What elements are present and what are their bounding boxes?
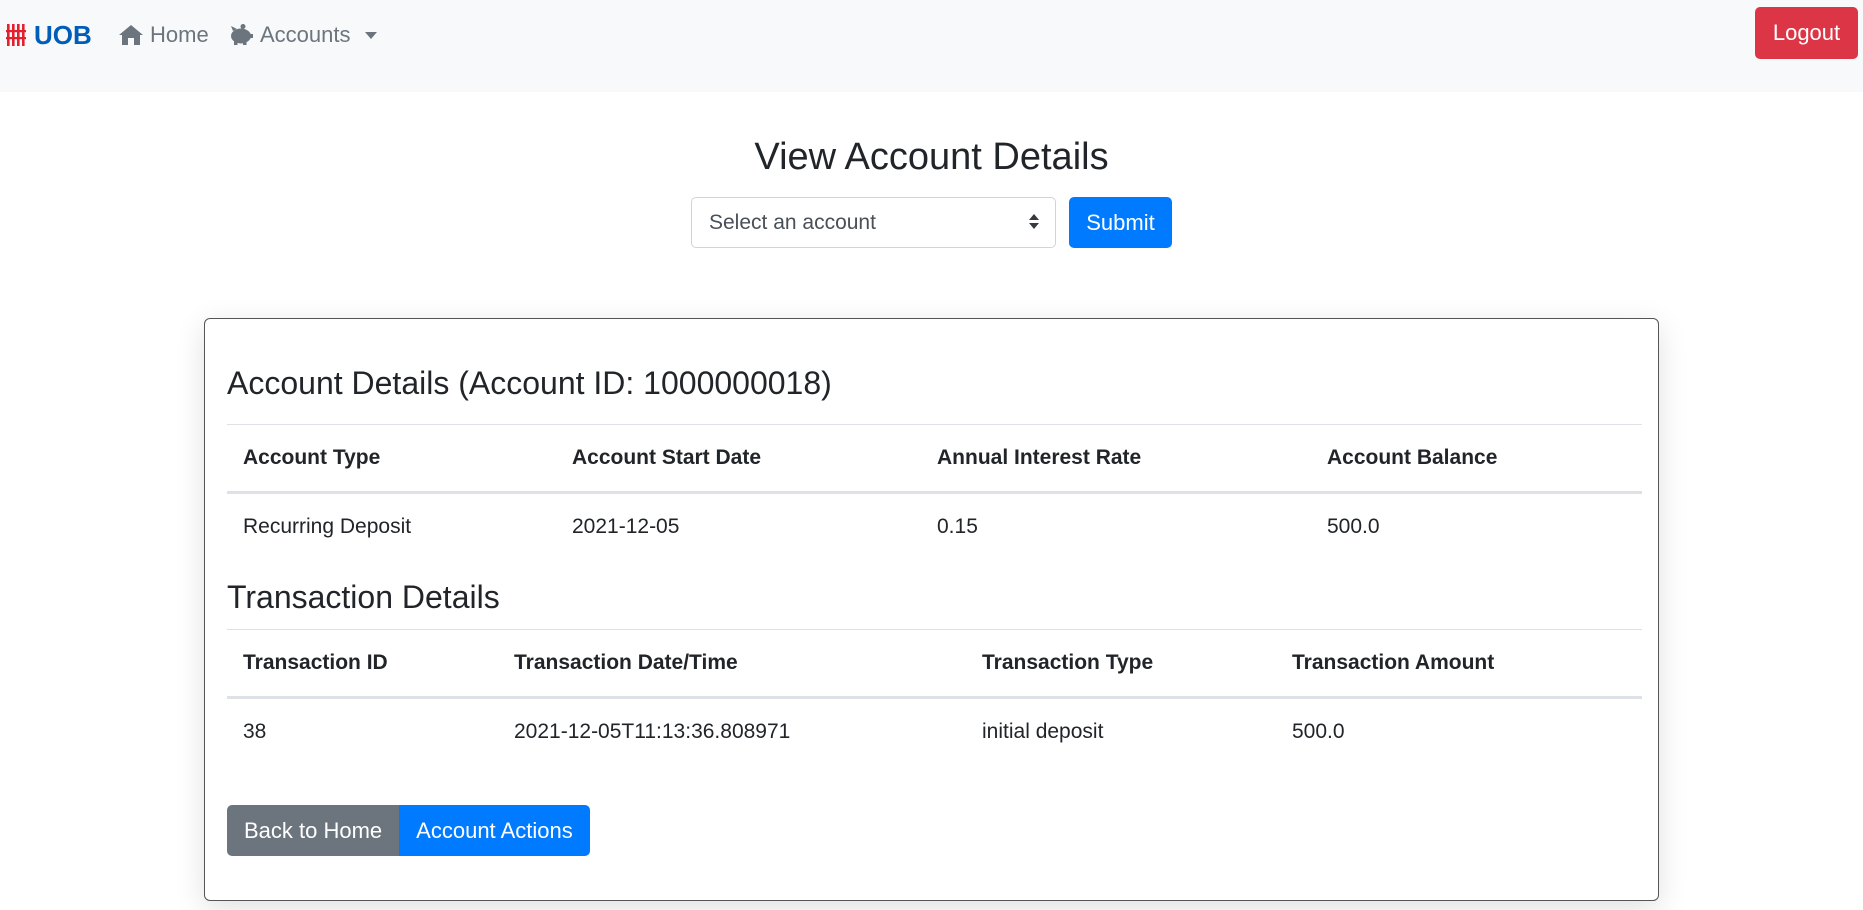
table-row: 38 2021-12-05T11:13:36.808971 initial de…	[227, 699, 1642, 765]
table-cell: 2021-12-05	[572, 515, 680, 538]
nav-home[interactable]: Home	[118, 18, 209, 52]
transaction-table: Transaction ID Transaction Date/Time Tra…	[227, 629, 1642, 765]
back-to-home-button[interactable]: Back to Home	[227, 805, 400, 856]
account-select-value: Select an account	[709, 210, 876, 234]
account-details-title: Account Details (Account ID: 1000000018)	[227, 365, 832, 401]
home-icon	[118, 24, 144, 46]
piggy-bank-icon	[228, 24, 254, 46]
table-header-row: Transaction ID Transaction Date/Time Tra…	[227, 630, 1642, 696]
table-header-row: Account Type Account Start Date Annual I…	[227, 425, 1642, 491]
table-cell: 38	[243, 720, 267, 743]
column-header: Annual Interest Rate	[937, 446, 1142, 469]
column-header: Transaction Date/Time	[514, 651, 738, 674]
column-header: Account Balance	[1327, 446, 1498, 469]
table-cell: Recurring Deposit	[243, 515, 412, 538]
nav-accounts-dropdown[interactable]: Accounts	[228, 18, 377, 52]
page-title: View Account Details	[754, 136, 1109, 178]
uob-logo-icon	[6, 24, 30, 46]
column-header: Transaction ID	[243, 651, 388, 674]
table-cell: 500.0	[1327, 515, 1380, 538]
action-button-group: Back to Home Account Actions	[227, 805, 590, 856]
table-cell: 0.15	[937, 515, 978, 538]
brand[interactable]: UOB	[6, 20, 92, 50]
column-header: Transaction Amount	[1292, 651, 1495, 674]
account-table: Account Type Account Start Date Annual I…	[227, 424, 1642, 560]
navbar: UOB Home Accounts Logout	[0, 0, 1863, 92]
transaction-details-title: Transaction Details	[227, 579, 500, 615]
chevron-down-icon	[364, 31, 377, 39]
table-cell: 500.0	[1292, 720, 1345, 743]
column-header: Account Type	[243, 446, 381, 469]
table-row: Recurring Deposit 2021-12-05 0.15 500.0	[227, 494, 1642, 560]
select-arrows-icon	[1029, 214, 1039, 229]
logout-button[interactable]: Logout	[1755, 7, 1858, 59]
table-cell: initial deposit	[982, 720, 1104, 743]
submit-button[interactable]: Submit	[1069, 197, 1172, 248]
nav-accounts-label: Accounts	[260, 22, 351, 47]
column-header: Transaction Type	[982, 651, 1154, 674]
account-details-card: Account Details (Account ID: 1000000018)…	[204, 318, 1659, 901]
table-cell: 2021-12-05T11:13:36.808971	[514, 720, 791, 743]
nav-home-label: Home	[150, 22, 209, 47]
column-header: Account Start Date	[572, 446, 762, 469]
brand-text: UOB	[34, 19, 92, 50]
account-actions-button[interactable]: Account Actions	[399, 805, 590, 856]
account-select[interactable]: Select an account	[691, 197, 1056, 248]
